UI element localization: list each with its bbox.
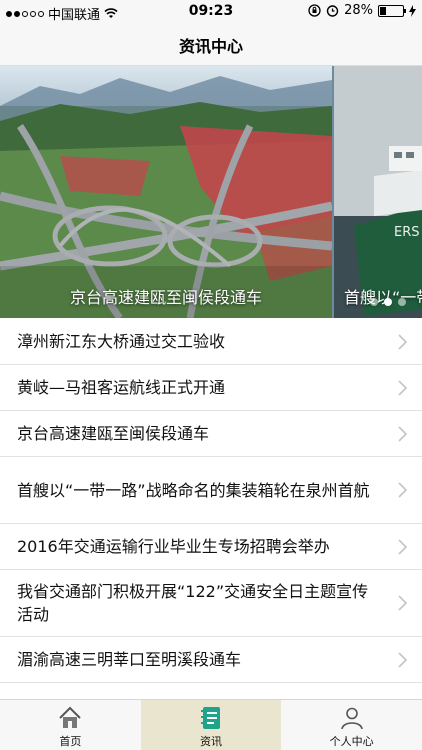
list-item[interactable]: 漳州新江东大桥通过交工验收 bbox=[0, 319, 422, 365]
news-title: 2016年交通运输行业毕业生专场招聘会举办 bbox=[17, 537, 330, 556]
pager-dot[interactable] bbox=[398, 298, 406, 306]
chevron-right-icon bbox=[398, 333, 408, 350]
tab-label: 首页 bbox=[59, 735, 82, 748]
chevron-right-icon bbox=[398, 425, 408, 442]
carousel-slide-1[interactable]: 京台高速建瓯至闽侯段通车 bbox=[0, 66, 332, 318]
news-carousel[interactable]: 京台高速建瓯至闽侯段通车 ERS 首艘以“一带 bbox=[0, 66, 422, 318]
news-title: 京台高速建瓯至闽侯段通车 bbox=[17, 424, 210, 443]
home-icon bbox=[59, 706, 82, 728]
news-title: 我省交通部门积极开展“122”交通安全日主题宣传活动 bbox=[17, 582, 369, 624]
chevron-right-icon bbox=[398, 379, 408, 396]
highway-interchange-image bbox=[0, 66, 332, 318]
pager-dot[interactable] bbox=[370, 298, 378, 306]
list-item[interactable]: 首艘以“一带一路”战略命名的集装箱轮在泉州首航 bbox=[0, 457, 422, 524]
carousel-slide-2[interactable]: ERS 首艘以“一带 bbox=[334, 66, 422, 318]
list-item[interactable]: 湄渝高速三明莘口至明溪段通车 bbox=[0, 637, 422, 683]
tab-news[interactable]: 资讯 bbox=[140, 700, 282, 750]
tab-label: 个人中心 bbox=[329, 735, 374, 748]
alarm-icon bbox=[326, 5, 339, 17]
battery-icon bbox=[378, 4, 406, 17]
tab-label: 资讯 bbox=[200, 735, 222, 748]
list-item[interactable]: 京台高速建瓯至闽侯段通车 bbox=[0, 411, 422, 457]
chevron-right-icon bbox=[398, 482, 408, 498]
news-title: 黄岐—马祖客运航线正式开通 bbox=[17, 378, 226, 397]
tab-bar: 首页 资讯 个人中心 bbox=[0, 699, 422, 750]
status-bar: 中国联通 09:23 28% bbox=[0, 0, 422, 24]
notebook-icon bbox=[201, 707, 220, 729]
pager-dot[interactable] bbox=[384, 298, 392, 306]
orientation-lock-icon bbox=[308, 4, 321, 17]
news-title: 首艘以“一带一路”战略命名的集装箱轮在泉州首航 bbox=[17, 480, 370, 500]
nav-bar: 资讯中心 bbox=[0, 24, 422, 66]
news-list: 漳州新江东大桥通过交工验收 黄岐—马祖客运航线正式开通 京台高速建瓯至闽侯段通车… bbox=[0, 319, 422, 683]
news-title: 湄渝高速三明莘口至明溪段通车 bbox=[17, 650, 242, 669]
chevron-right-icon bbox=[398, 595, 408, 611]
tab-home[interactable]: 首页 bbox=[0, 700, 141, 750]
list-item[interactable]: 我省交通部门积极开展“122”交通安全日主题宣传活动 bbox=[0, 570, 422, 637]
slide-caption: 京台高速建瓯至闽侯段通车 bbox=[69, 288, 262, 307]
charging-icon bbox=[409, 4, 416, 17]
tab-profile[interactable]: 个人中心 bbox=[281, 700, 422, 750]
status-right: 28% bbox=[308, 3, 416, 18]
chevron-right-icon bbox=[398, 651, 408, 668]
carousel-pager[interactable] bbox=[370, 298, 406, 306]
list-item[interactable]: 2016年交通运输行业毕业生专场招聘会举办 bbox=[0, 524, 422, 570]
container-ship-image: ERS bbox=[334, 66, 422, 318]
svg-text:ERS: ERS bbox=[394, 225, 420, 240]
battery-percent: 28% bbox=[344, 3, 373, 18]
chevron-right-icon bbox=[398, 538, 408, 555]
page-title: 资讯中心 bbox=[178, 36, 243, 56]
list-item[interactable]: 黄岐—马祖客运航线正式开通 bbox=[0, 365, 422, 411]
user-icon bbox=[340, 707, 363, 730]
news-title: 漳州新江东大桥通过交工验收 bbox=[17, 332, 226, 351]
